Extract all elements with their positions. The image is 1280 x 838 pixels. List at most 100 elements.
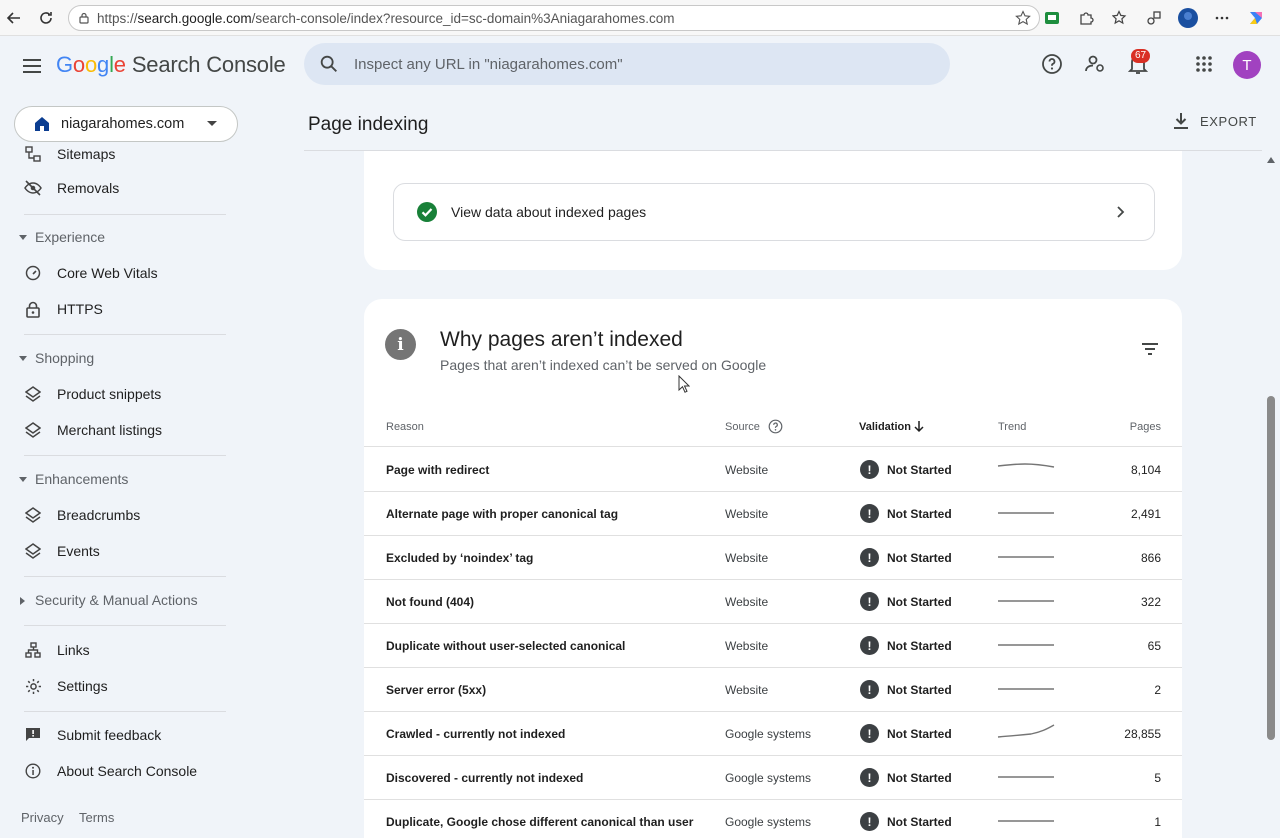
profile-icon[interactable] — [1178, 8, 1198, 28]
more-icon[interactable] — [1212, 8, 1232, 28]
divider — [24, 455, 226, 456]
filter-icon[interactable] — [1140, 339, 1160, 359]
sidebar-item-sitemaps[interactable]: Sitemaps — [0, 140, 240, 168]
alert-circle-icon: ! — [860, 768, 879, 787]
sidebar-item-core-web-vitals[interactable]: Core Web Vitals — [0, 259, 240, 287]
column-pages[interactable]: Pages — [1130, 421, 1161, 433]
table-row[interactable]: Alternate page with proper canonical tag… — [364, 492, 1182, 536]
manage-users-icon[interactable] — [1083, 52, 1107, 76]
search-console-logo[interactable]: Google Search Console — [56, 52, 286, 78]
page-scrollbar[interactable] — [1262, 151, 1280, 838]
arrow-down-icon[interactable] — [913, 420, 925, 433]
sidebar-item-label: Breadcrumbs — [57, 507, 141, 523]
url-inspection-search[interactable] — [304, 43, 950, 85]
property-selector[interactable]: niagarahomes.com — [14, 106, 238, 142]
scrollbar-thumb[interactable] — [1267, 396, 1275, 740]
row-pages: 2,491 — [1130, 507, 1161, 521]
column-reason[interactable]: Reason — [386, 421, 424, 433]
sidebar-item-label: HTTPS — [57, 301, 103, 317]
search-input[interactable] — [354, 55, 914, 73]
reload-icon[interactable] — [35, 7, 57, 29]
section-label: Experience — [35, 229, 106, 245]
sidebar-item-breadcrumbs[interactable]: Breadcrumbs — [0, 501, 240, 529]
account-avatar[interactable]: T — [1233, 51, 1261, 79]
table-row[interactable]: Server error (5xx) Website! Not Started 2 — [364, 668, 1182, 712]
sidebar-item-product-snippets[interactable]: Product snippets — [0, 380, 240, 408]
help-icon[interactable] — [768, 419, 783, 434]
sidebar-item-submit-feedback[interactable]: Submit feedback — [0, 721, 240, 749]
notification-badge: 67 — [1131, 49, 1151, 63]
extension-green-icon[interactable] — [1042, 8, 1062, 28]
row-pages: 2 — [1154, 683, 1161, 697]
sidebar-item-about[interactable]: About Search Console — [0, 757, 240, 785]
view-indexed-pages-link[interactable]: View data about indexed pages — [393, 183, 1155, 241]
row-reason: Excluded by ‘noindex’ tag — [386, 551, 534, 565]
table-row[interactable]: Page with redirect Website! Not Started 8,1… — [364, 448, 1182, 492]
favorites-icon[interactable] — [1110, 8, 1130, 28]
export-button[interactable]: EXPORT — [1172, 112, 1257, 130]
column-validation[interactable]: Validation — [859, 421, 911, 433]
info-icon: i — [385, 329, 416, 360]
puzzle-icon[interactable] — [1076, 8, 1096, 28]
alert-circle-icon: ! — [860, 592, 879, 611]
collapse-triangle-icon — [19, 356, 27, 361]
sidebar-item-label: Events — [57, 543, 100, 559]
layers-icon — [24, 542, 42, 560]
logo-letter: G — [56, 52, 73, 77]
copilot-icon[interactable] — [1246, 8, 1266, 28]
logo-letter: o — [72, 52, 85, 77]
privacy-link[interactable]: Privacy — [21, 810, 64, 825]
section-enhancements[interactable]: Enhancements — [0, 468, 240, 492]
row-validation: Not Started — [887, 595, 952, 609]
layers-icon — [24, 385, 42, 403]
gear-icon — [24, 677, 42, 695]
trend-sparkline — [997, 463, 1055, 468]
help-icon[interactable] — [1040, 52, 1064, 76]
property-name: niagarahomes.com — [61, 116, 185, 132]
sidebar-item-events[interactable]: Events — [0, 537, 240, 565]
row-source: Website — [725, 507, 769, 521]
trend-sparkline — [998, 600, 1054, 602]
lock-icon — [79, 12, 89, 24]
section-experience[interactable]: Experience — [0, 226, 240, 250]
info-outline-icon — [24, 762, 42, 780]
terms-link[interactable]: Terms — [79, 810, 114, 825]
collections-icon[interactable] — [1144, 8, 1164, 28]
sidebar-item-removals[interactable]: Removals — [0, 174, 240, 202]
sidebar-item-settings[interactable]: Settings — [0, 672, 240, 700]
table-row[interactable]: Crawled - currently not indexed Google sy… — [364, 712, 1182, 756]
collapse-triangle-icon — [19, 477, 27, 482]
table-row[interactable]: Duplicate, Google chose different canoni… — [364, 800, 1182, 838]
row-validation: Not Started — [887, 507, 952, 521]
table-row[interactable]: Duplicate without user-selected canonica… — [364, 624, 1182, 668]
row-validation: Not Started — [887, 463, 952, 477]
row-reason: Server error (5xx) — [386, 683, 487, 697]
section-subtitle: Pages that aren’t indexed can’t be serve… — [440, 357, 767, 373]
scroll-up-arrow-icon[interactable] — [1267, 157, 1275, 163]
table-row[interactable]: Excluded by ‘noindex’ tag Website! Not Sta… — [364, 536, 1182, 580]
expand-triangle-icon — [20, 597, 25, 605]
table-row[interactable]: Not found (404) Website! Not Started 322 — [364, 580, 1182, 624]
apps-grid-icon[interactable] — [1192, 52, 1216, 76]
trend-sparkline — [998, 644, 1054, 646]
section-security[interactable]: Security & Manual Actions — [0, 589, 240, 613]
menu-icon[interactable] — [20, 54, 44, 78]
divider — [24, 214, 226, 215]
back-icon[interactable] — [3, 7, 25, 29]
url-prefix: https:// — [97, 10, 138, 26]
sidebar-item-https[interactable]: HTTPS — [0, 295, 240, 323]
alert-circle-icon: ! — [860, 636, 879, 655]
column-source[interactable]: Source — [725, 421, 760, 433]
sidebar-item-label: Core Web Vitals — [57, 265, 158, 281]
alert-circle-icon: ! — [860, 680, 879, 699]
section-shopping[interactable]: Shopping — [0, 347, 240, 371]
row-source: Google systems — [725, 727, 812, 741]
address-bar[interactable]: https://search.google.com/search-console… — [68, 5, 1040, 31]
table-row[interactable]: Discovered - currently not indexed Google… — [364, 756, 1182, 800]
trend-sparkline — [997, 724, 1055, 738]
sidebar-item-label: About Search Console — [57, 763, 198, 779]
bookmark-star-icon[interactable] — [1015, 10, 1031, 26]
sidebar-item-links[interactable]: Links — [0, 636, 240, 664]
sidebar-item-merchant-listings[interactable]: Merchant listings — [0, 416, 240, 444]
sidebar-item-label: Sitemaps — [57, 146, 116, 162]
